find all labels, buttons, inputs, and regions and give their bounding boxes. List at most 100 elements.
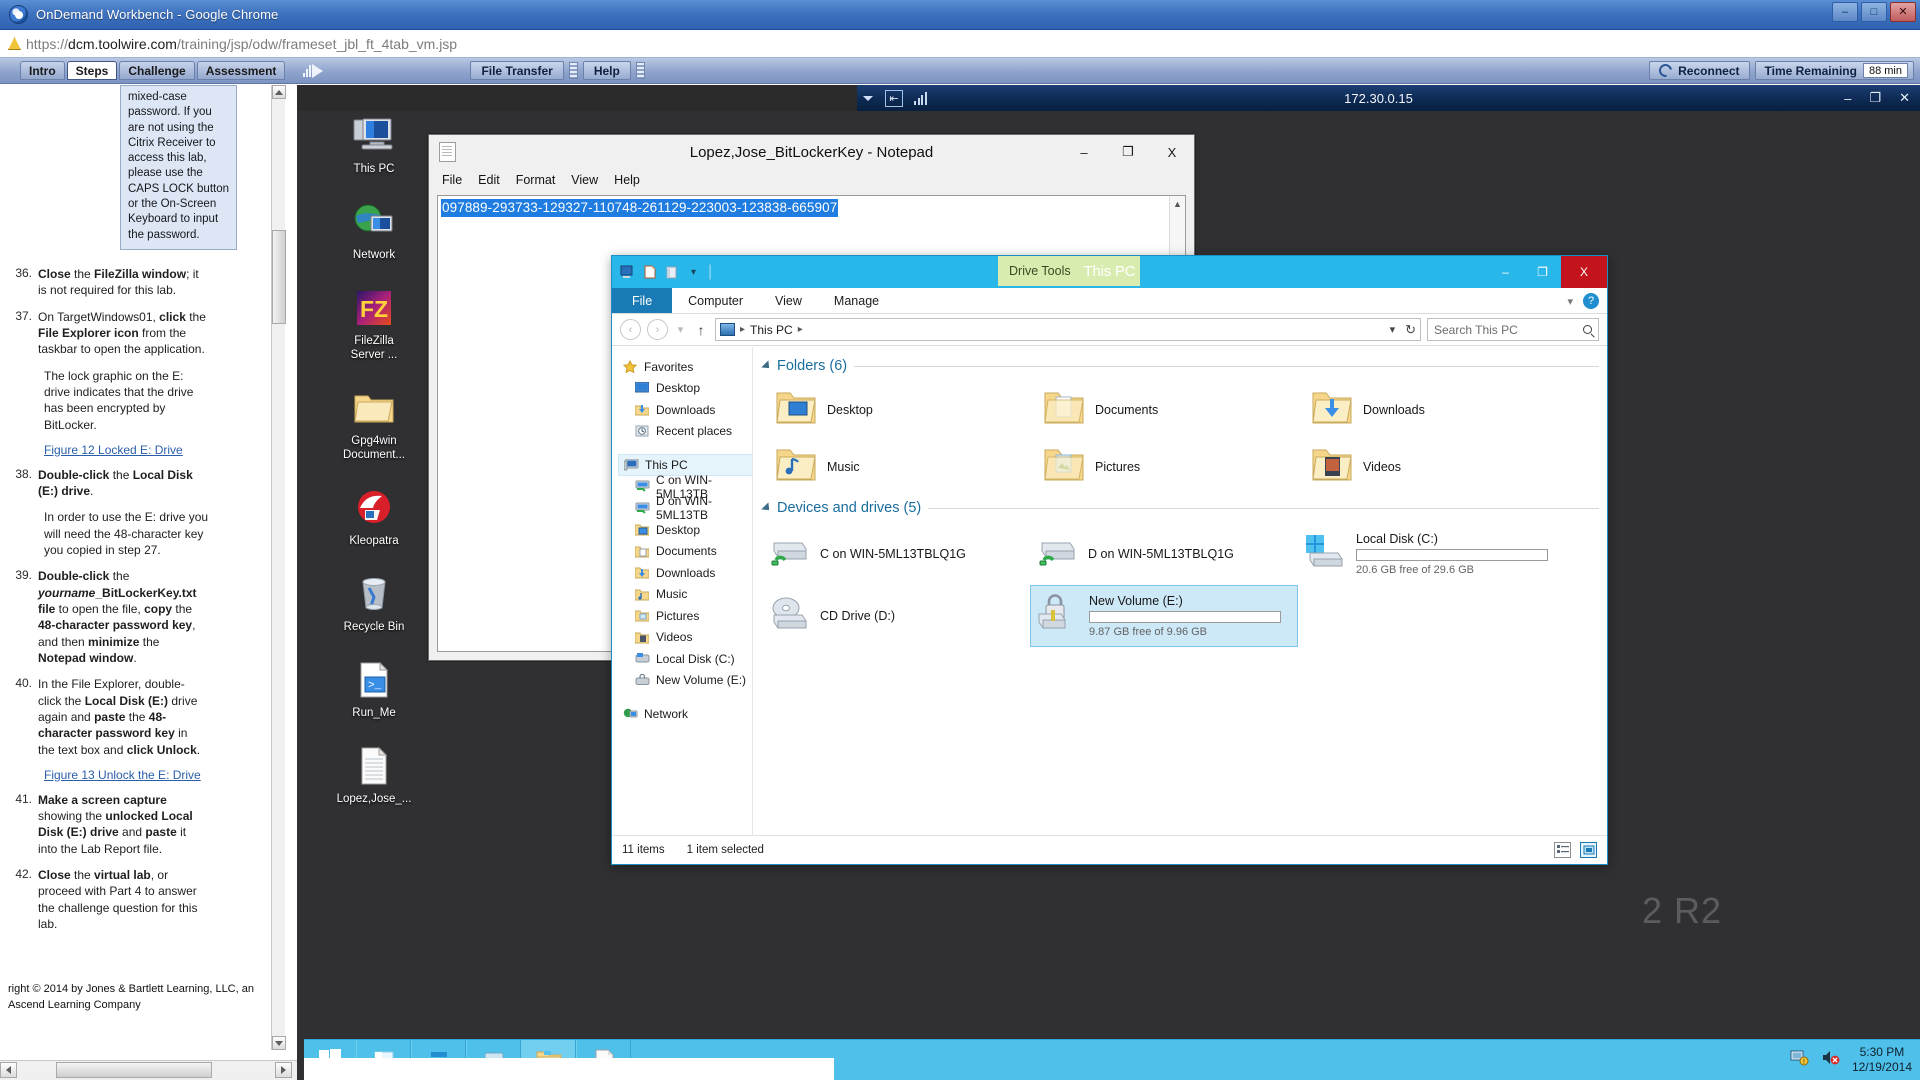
nav-d-on-win[interactable]: D on WIN-5ML13TB xyxy=(618,494,752,522)
desktop-icon-network[interactable]: Network xyxy=(318,199,430,262)
volume-muted-icon[interactable] xyxy=(1821,1049,1840,1071)
notepad-menu-format[interactable]: Format xyxy=(516,173,556,187)
ribbon-tab-view[interactable]: View xyxy=(759,288,818,313)
vm-minimize-button[interactable]: – xyxy=(1844,91,1851,106)
desktop-icon-kleopatra[interactable]: Kleopatra xyxy=(318,485,430,548)
nav-favorites-downloads[interactable]: Downloads xyxy=(618,399,752,421)
folder-tile-desktop[interactable]: Desktop xyxy=(762,381,1030,438)
nav-pictures[interactable]: Pictures xyxy=(618,605,752,627)
explorer-close-button[interactable]: X xyxy=(1561,256,1607,288)
large-icons-view-button[interactable] xyxy=(1580,842,1597,858)
ribbon-tab-manage[interactable]: Manage xyxy=(818,288,895,313)
tab-steps[interactable]: Steps xyxy=(66,61,118,80)
up-button[interactable]: ↑ xyxy=(693,322,709,338)
nav-network[interactable]: Network xyxy=(618,703,752,725)
nav-favorites[interactable]: Favorites xyxy=(618,356,752,378)
notepad-close-button[interactable]: X xyxy=(1150,135,1194,169)
folder-tile-documents[interactable]: Documents xyxy=(1030,381,1298,438)
notepad-minimize-button[interactable]: – xyxy=(1062,135,1106,169)
browser-maximize-button[interactable]: □ xyxy=(1861,2,1887,22)
notepad-menu-edit[interactable]: Edit xyxy=(478,173,500,187)
search-input[interactable]: Search This PC xyxy=(1427,318,1599,341)
help-icon[interactable]: ? xyxy=(1583,293,1599,309)
details-view-button[interactable] xyxy=(1554,842,1571,858)
folders-group-header[interactable]: Folders (6) xyxy=(761,358,1599,374)
browser-address-bar[interactable]: https://dcm.toolwire.com/training/jsp/od… xyxy=(0,30,1920,58)
taskbar-clock[interactable]: 5:30 PM 12/19/2014 xyxy=(1852,1045,1912,1075)
drive-tile-cd-drive-d[interactable]: CD Drive (D:) xyxy=(762,585,1030,647)
properties-icon[interactable] xyxy=(642,265,657,280)
expand-ribbon-chevron-icon[interactable]: ▾ xyxy=(1567,295,1573,308)
scroll-down-arrow-icon[interactable] xyxy=(272,1036,286,1050)
nav-recent-places[interactable]: Recent places xyxy=(618,421,752,443)
reconnect-button[interactable]: Reconnect xyxy=(1649,61,1750,80)
address-bar[interactable]: ▸ This PC ▸ ▾ ↻ xyxy=(715,318,1421,341)
figure-13-link[interactable]: Figure 13 Unlock the E: Drive xyxy=(44,768,224,782)
notepad-menu-file[interactable]: File xyxy=(442,173,462,187)
drive-tile-c-on-win[interactable]: C on WIN-5ML13TBLQ1G xyxy=(762,523,1030,585)
nav-downloads[interactable]: Downloads xyxy=(618,562,752,584)
vm-chevron-down-icon[interactable] xyxy=(863,95,873,101)
nav-favorites-desktop[interactable]: Desktop xyxy=(618,378,752,400)
network-tray-icon[interactable]: ! xyxy=(1790,1049,1809,1071)
desktop-icon-this-pc[interactable]: This PC xyxy=(318,113,430,176)
scroll-right-arrow-icon[interactable] xyxy=(275,1061,292,1078)
folder-tile-pictures[interactable]: Pictures xyxy=(1030,438,1298,495)
vm-desktop-surface[interactable]: 2 R2 This PC Network FZ FileZilla Server… xyxy=(304,111,1920,1086)
page-horizontal-scrollbar[interactable] xyxy=(0,1060,297,1080)
notepad-maximize-button[interactable]: ❐ xyxy=(1106,135,1150,169)
folder-tile-downloads[interactable]: Downloads xyxy=(1298,381,1566,438)
address-dropdown-chevron-icon[interactable]: ▾ xyxy=(1390,323,1396,336)
refresh-button[interactable]: ↻ xyxy=(1405,322,1416,338)
help-button[interactable]: Help xyxy=(582,61,631,80)
customize-qat-chevron-icon[interactable]: ▾ xyxy=(686,265,701,280)
ribbon-tab-computer[interactable]: Computer xyxy=(672,288,759,313)
desktop-icon-bitlocker-key-file[interactable]: Lopez,Jose_... xyxy=(318,743,430,806)
explorer-content-pane[interactable]: Folders (6) Desktop Documents Downloads … xyxy=(753,347,1607,835)
drive-tile-new-volume-e[interactable]: New Volume (E:) 9.87 GB free of 9.96 GB xyxy=(1030,585,1298,647)
folder-tile-videos[interactable]: Videos xyxy=(1298,438,1566,495)
play-audio-button[interactable] xyxy=(303,63,324,78)
this-pc-small-icon[interactable] xyxy=(620,265,635,280)
scroll-left-arrow-icon[interactable] xyxy=(0,1061,17,1078)
instructions-horizontal-scrollbar[interactable] xyxy=(0,1060,292,1078)
forward-button[interactable]: › xyxy=(647,319,668,340)
folder-tile-music[interactable]: Music xyxy=(762,438,1030,495)
nav-local-disk-c[interactable]: Local Disk (C:) xyxy=(618,648,752,670)
notepad-scroll-up-icon[interactable]: ▲ xyxy=(1170,196,1185,212)
nav-new-volume-e[interactable]: New Volume (E:) xyxy=(618,670,752,692)
explorer-minimize-button[interactable]: – xyxy=(1487,256,1524,288)
toolbar-grip[interactable] xyxy=(568,62,578,79)
browser-minimize-button[interactable]: – xyxy=(1832,2,1858,22)
explorer-maximize-button[interactable]: ❐ xyxy=(1524,256,1561,288)
desktop-icon-run-me[interactable]: >_ Run_Me xyxy=(318,657,430,720)
drive-tile-d-on-win[interactable]: D on WIN-5ML13TBLQ1G xyxy=(1030,523,1298,585)
collapse-caret-icon[interactable] xyxy=(761,502,773,514)
scroll-up-arrow-icon[interactable] xyxy=(272,85,286,99)
drive-tile-local-disk-c[interactable]: Local Disk (C:) 20.6 GB free of 29.6 GB xyxy=(1298,523,1598,585)
vm-close-button[interactable]: ✕ xyxy=(1899,90,1910,106)
horizontal-scroll-thumb[interactable] xyxy=(56,1061,212,1078)
toolbar-grip-2[interactable] xyxy=(635,62,645,79)
drives-group-header[interactable]: Devices and drives (5) xyxy=(761,500,1599,516)
collapse-caret-icon[interactable] xyxy=(761,360,773,372)
tab-intro[interactable]: Intro xyxy=(20,61,65,80)
nav-videos[interactable]: Videos xyxy=(618,627,752,649)
nav-documents[interactable]: Documents xyxy=(618,541,752,563)
vm-restore-button[interactable]: ❐ xyxy=(1869,90,1881,106)
figure-12-link[interactable]: Figure 12 Locked E: Drive xyxy=(44,443,224,457)
nav-music[interactable]: Music xyxy=(618,584,752,606)
recent-locations-chevron-icon[interactable]: ▾ xyxy=(674,323,687,336)
breadcrumb-separator-2[interactable]: ▸ xyxy=(798,324,803,335)
back-button[interactable]: ‹ xyxy=(620,319,641,340)
file-transfer-button[interactable]: File Transfer xyxy=(470,61,564,80)
browser-close-button[interactable]: ✕ xyxy=(1890,2,1916,22)
notepad-menu-view[interactable]: View xyxy=(571,173,598,187)
vm-pin-icon[interactable]: ⇤ xyxy=(885,89,903,107)
instructions-vertical-scrollbar[interactable] xyxy=(271,85,286,1050)
breadcrumb-this-pc[interactable]: This PC xyxy=(750,323,793,337)
ribbon-tab-file[interactable]: File xyxy=(612,288,673,313)
desktop-icon-gpg4win[interactable]: Gpg4win Document... xyxy=(318,385,430,462)
notepad-menu-help[interactable]: Help xyxy=(614,173,640,187)
tab-challenge[interactable]: Challenge xyxy=(119,61,195,80)
